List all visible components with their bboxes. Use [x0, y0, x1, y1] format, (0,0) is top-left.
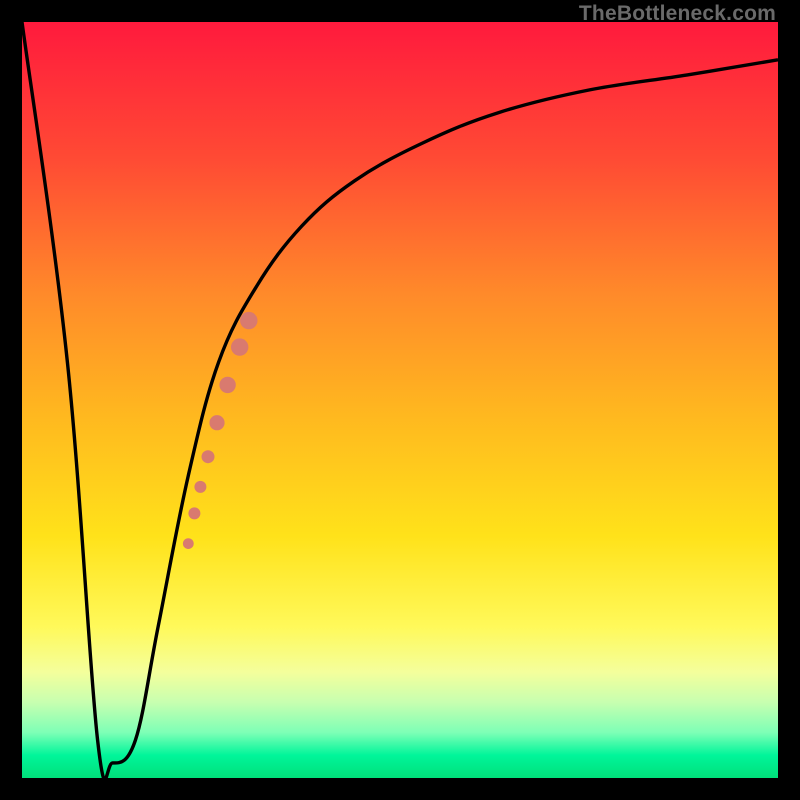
curve-marker	[202, 450, 215, 463]
watermark-text: TheBottleneck.com	[579, 2, 776, 26]
curve-marker	[183, 538, 194, 549]
chart-frame: TheBottleneck.com	[0, 0, 800, 800]
bottleneck-curve-svg	[22, 22, 778, 778]
curve-marker	[219, 377, 235, 393]
marker-layer	[183, 312, 258, 549]
curve-layer	[22, 22, 778, 778]
curve-marker	[188, 507, 200, 519]
plot-area	[22, 22, 778, 778]
curve-marker	[240, 312, 257, 329]
curve-marker	[194, 481, 206, 493]
curve-marker	[231, 338, 248, 355]
curve-marker	[209, 415, 224, 430]
bottleneck-curve-path	[22, 22, 778, 778]
